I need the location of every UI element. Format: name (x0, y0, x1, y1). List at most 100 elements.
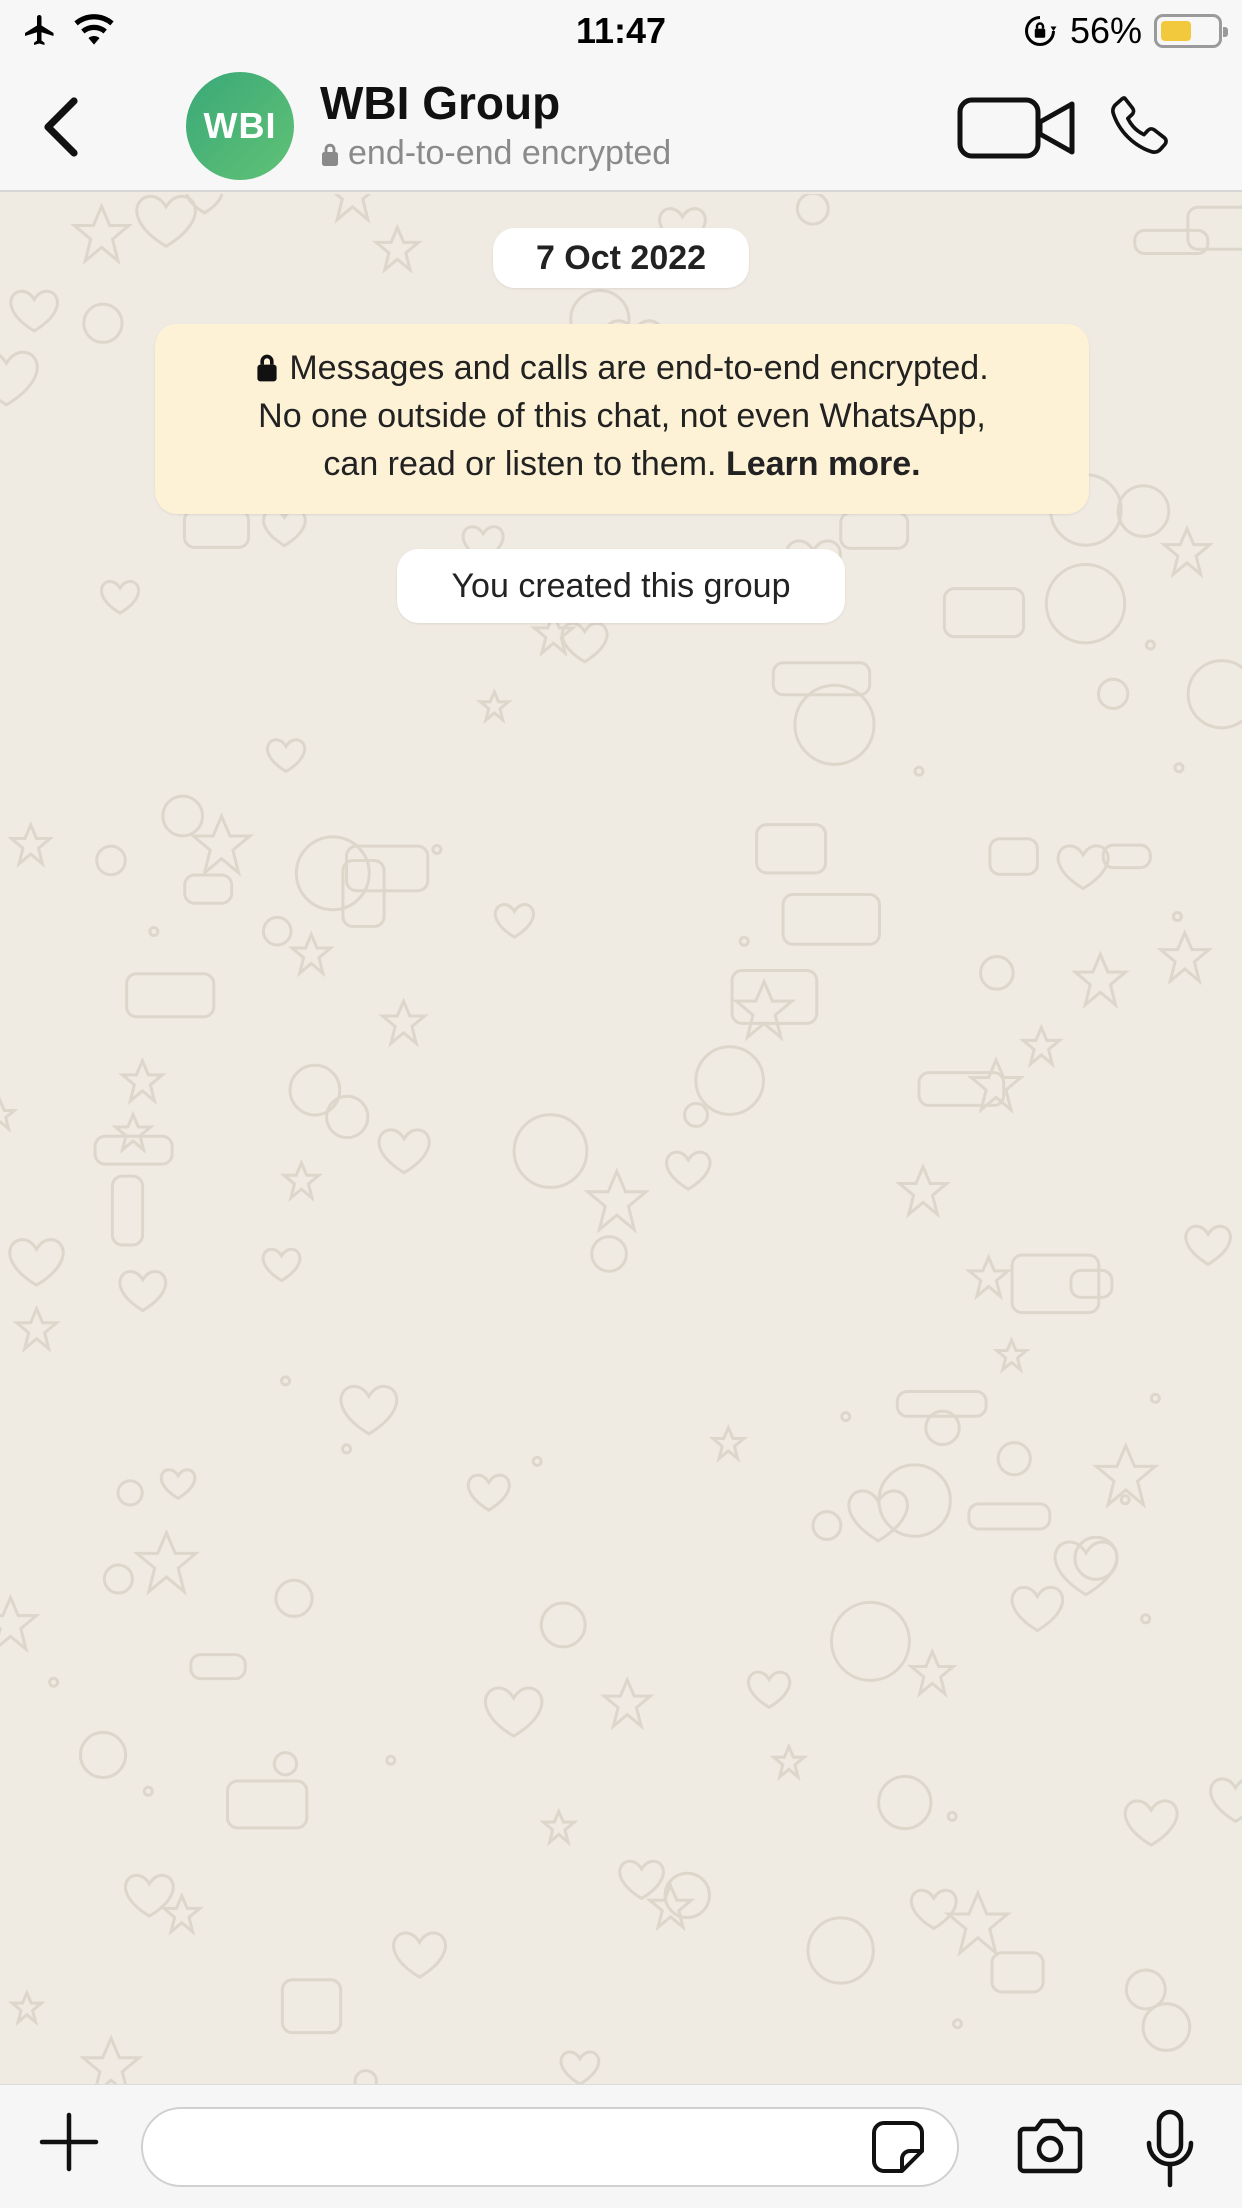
wallpaper-doodle (125, 972, 216, 1019)
notice-line-1-text: Messages and calls are end-to-end encryp… (289, 349, 989, 387)
wallpaper-doodle (385, 1754, 397, 1766)
wallpaper-doodle (110, 1174, 145, 1247)
voice-call-button[interactable] (1106, 90, 1174, 160)
wallpaper-doodle (806, 1916, 875, 1985)
wallpaper-doodle (683, 1101, 710, 1128)
wallpaper-doodle (942, 587, 1026, 639)
wallpaper-doodle (645, 1881, 696, 1932)
wallpaper-doodle (1184, 1224, 1232, 1267)
wallpaper-doodle (907, 1647, 958, 1698)
wallpaper-doodle (0, 1593, 41, 1654)
wallpaper-doodle (1186, 659, 1242, 730)
wallpaper-doodle (95, 844, 127, 877)
wallpaper-doodle (539, 1601, 587, 1649)
wallpaper-doodle (840, 1411, 852, 1423)
wallpaper-doodle (1010, 1253, 1101, 1315)
message-input[interactable] (141, 2107, 959, 2187)
wallpaper-doodle (1053, 1540, 1119, 1597)
notice-line-2: No one outside of this chat, not even Wh… (258, 397, 986, 435)
lock-icon (257, 354, 277, 382)
wallpaper-doodle (1069, 1268, 1114, 1299)
wallpaper-doodle (531, 1455, 543, 1467)
wallpaper-doodle (1044, 562, 1127, 645)
wallpaper-doodle (466, 1473, 511, 1512)
date-separator: 7 Oct 2022 (493, 228, 749, 288)
chat-area[interactable]: 7 Oct 2022 Messages and calls are end-to… (0, 194, 1242, 2084)
encryption-subtitle-text: end-to-end encrypted (348, 134, 672, 172)
sticker-button[interactable] (870, 2119, 926, 2175)
wallpaper-doodle (9, 289, 59, 333)
microphone-icon (1146, 2109, 1194, 2188)
wallpaper-doodle (665, 1150, 712, 1191)
wallpaper-doodle (265, 738, 307, 774)
wallpaper-doodle (279, 1159, 324, 1202)
wallpaper-doodle (345, 844, 430, 893)
group-name[interactable]: WBI Group (320, 76, 560, 130)
wallpaper-doodle (1124, 1968, 1167, 2011)
wallpaper-doodle (280, 1375, 292, 1387)
back-button[interactable] (30, 92, 90, 162)
camera-icon (1017, 2118, 1083, 2174)
encryption-notice[interactable]: Messages and calls are end-to-end encryp… (155, 324, 1089, 514)
video-camera-icon (957, 97, 1075, 159)
wallpaper-doodle (8, 1238, 65, 1287)
notice-line-1: Messages and calls are end-to-end encryp… (155, 344, 1089, 392)
wallpaper-doodle (225, 1779, 309, 1830)
learn-more-link[interactable]: Learn more. (726, 445, 921, 483)
wallpaper-doodle (483, 1686, 544, 1738)
wallpaper-doodle (70, 202, 134, 266)
video-call-button[interactable] (956, 94, 1078, 162)
wallpaper-doodle (988, 837, 1039, 876)
wallpaper-doodle (1010, 1585, 1064, 1633)
wallpaper-doodle (288, 1063, 342, 1117)
notice-line-3: can read or listen to them. Learn more. (155, 440, 1089, 488)
wallpaper-doodle (262, 508, 307, 548)
wallpaper-doodle (747, 1670, 792, 1710)
camera-button[interactable] (1016, 2115, 1084, 2177)
wallpaper-doodle (1123, 1799, 1179, 1847)
wallpaper-doodle (339, 1384, 399, 1436)
wallpaper-doodle (274, 1578, 314, 1618)
microphone-button[interactable] (1144, 2109, 1196, 2189)
wallpaper-doodle (100, 580, 141, 615)
wallpaper-doodle (82, 302, 124, 344)
wallpaper-doodle (1101, 843, 1152, 870)
wallpaper-doodle (431, 843, 443, 855)
wallpaper-doodle (539, 1807, 579, 1847)
wallpaper-doodle (183, 873, 234, 905)
wallpaper-doodle (189, 1653, 247, 1681)
wallpaper-doodle (185, 194, 224, 215)
battery-percent: 56% (1069, 10, 1142, 51)
wallpaper-doodle (967, 1056, 1026, 1114)
attach-button[interactable] (38, 2111, 100, 2173)
group-avatar[interactable]: WBI (186, 72, 294, 180)
wallpaper-doodle (811, 1510, 843, 1541)
wallpaper-doodle (964, 1253, 1013, 1301)
wallpaper-doodle (839, 511, 910, 550)
wallpaper-doodle (377, 1128, 431, 1175)
wallpaper-doodle (1186, 205, 1242, 251)
wallpaper-doodle (7, 821, 55, 868)
wallpaper-doodle (118, 1056, 167, 1105)
encryption-subtitle[interactable]: end-to-end encrypted (320, 134, 671, 173)
wallpaper-doodle (0, 1096, 19, 1133)
wallpaper-doodle (1056, 844, 1110, 891)
wallpaper-doodle (1141, 2002, 1192, 2052)
wallpaper-doodle (590, 1235, 628, 1273)
wallpaper-doodle (8, 1989, 46, 2027)
wallpaper-doodle (272, 1751, 299, 1777)
wallpaper-doodle (967, 1502, 1052, 1531)
wallpaper-doodle (1173, 762, 1185, 774)
wallpaper-doodle (493, 903, 535, 939)
wallpaper-doodle (261, 915, 293, 947)
wallpaper-doodle (78, 1730, 128, 1780)
wallpaper-doodle (909, 1888, 958, 1931)
wallpaper-doodle (992, 1336, 1031, 1374)
wallpaper-doodle (979, 955, 1015, 991)
wallpaper-doodle (159, 1468, 197, 1501)
wallpaper-doodle (895, 1163, 951, 1219)
wallpaper-doodle (261, 1247, 302, 1283)
wallpaper-doodle (600, 1676, 655, 1731)
system-message: You created this group (397, 549, 845, 623)
wallpaper-doodle (694, 1045, 765, 1116)
